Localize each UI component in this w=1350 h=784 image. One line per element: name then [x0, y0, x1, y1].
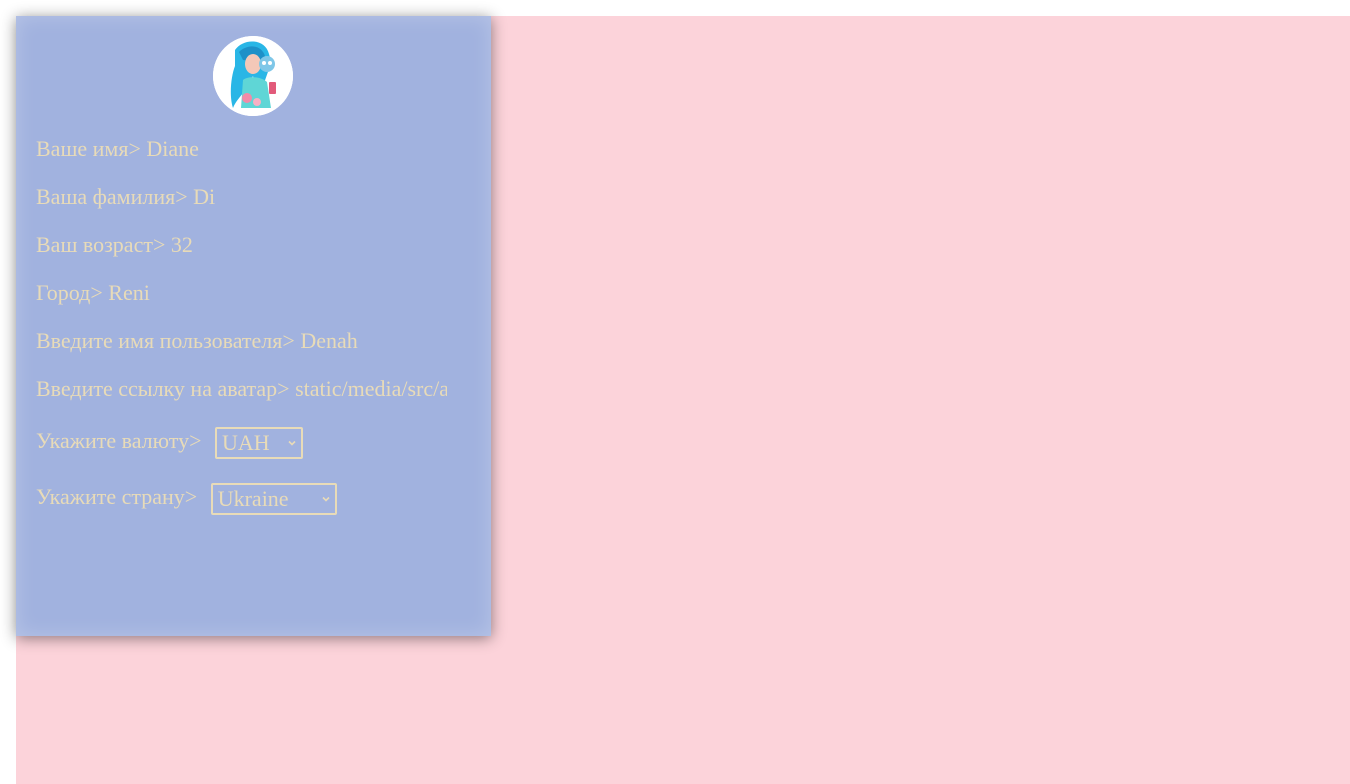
city-row: Город> Reni [36, 280, 150, 306]
avatar-illustration-icon [213, 36, 293, 116]
surname-input[interactable]: Di [193, 184, 215, 210]
age-input[interactable]: 32 [171, 232, 193, 258]
avatar-link-input[interactable]: static/media/src/avatar [295, 376, 447, 402]
currency-row: Укажите валюту> UAH [36, 427, 304, 459]
currency-label: Укажите валюту> [36, 428, 202, 454]
avatar-link-label: Введите ссылку на аватар> [36, 376, 290, 401]
age-row: Ваш возраст> 32 [36, 232, 193, 258]
avatar-link-row: Введите ссылку на аватар> static/media/s… [36, 376, 447, 402]
city-input[interactable]: Reni [108, 280, 150, 306]
surname-label: Ваша фамилия> [36, 184, 188, 209]
currency-select[interactable]: UAH [215, 427, 304, 459]
name-row: Ваше имя> Diane [36, 136, 199, 162]
chevron-down-icon [288, 440, 296, 446]
name-input[interactable]: Diane [146, 136, 199, 162]
surname-row: Ваша фамилия> Di [36, 184, 215, 210]
username-label: Введите имя пользователя> [36, 328, 295, 353]
profile-panel: Ваше имя> Diane Ваша фамилия> Di Ваш воз… [16, 16, 491, 636]
city-label: Город> [36, 280, 103, 305]
currency-selected-value: UAH [222, 430, 270, 455]
country-selected-value: Ukraine [217, 486, 289, 511]
country-row: Укажите страну> Ukraine [36, 483, 337, 515]
age-label: Ваш возраст> [36, 232, 166, 257]
chevron-down-icon [322, 496, 330, 502]
username-row: Введите имя пользователя> Denah [36, 328, 358, 354]
username-input[interactable]: Denah [300, 328, 357, 354]
name-label: Ваше имя> [36, 136, 141, 161]
country-label: Укажите страну> [36, 484, 198, 510]
avatar [213, 36, 293, 116]
country-select[interactable]: Ukraine [210, 483, 337, 515]
